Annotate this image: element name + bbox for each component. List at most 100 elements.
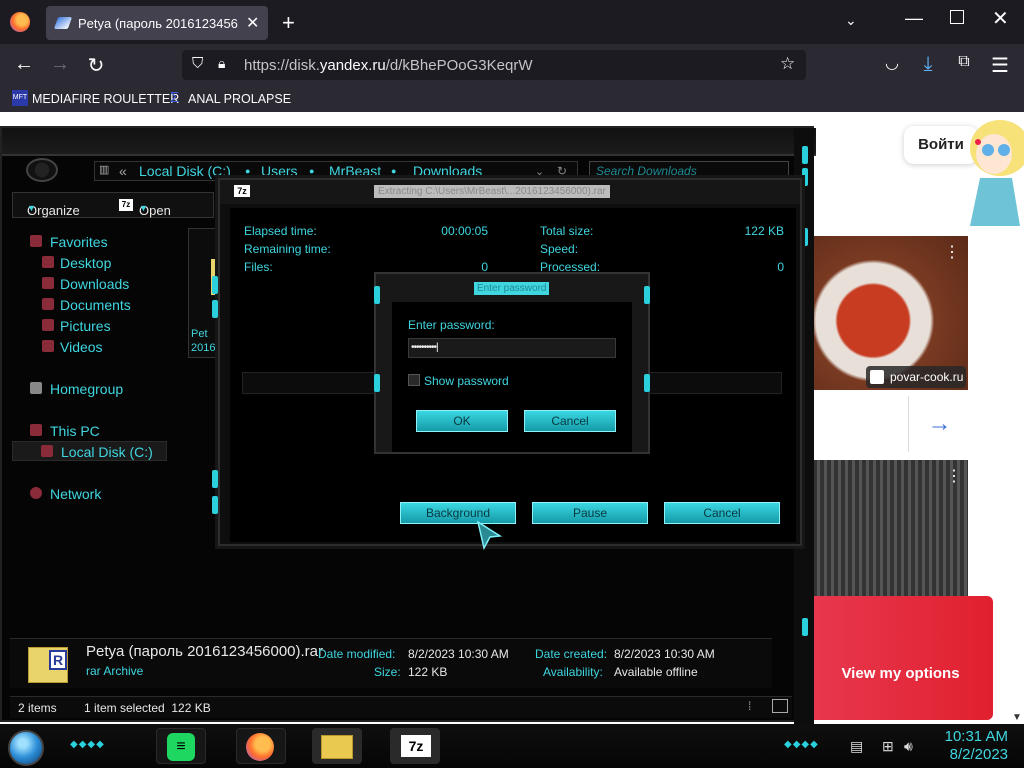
breadcrumb-sep-icon: ● (245, 166, 251, 176)
fence-image[interactable] (810, 460, 968, 600)
yandex-disk-icon (53, 17, 73, 29)
sidebar-item-favorites[interactable]: Favorites (12, 232, 167, 252)
sidebar-item-pictures[interactable]: Pictures (12, 316, 167, 336)
frame-glow (374, 286, 380, 304)
breadcrumb-users[interactable]: Users (261, 163, 298, 179)
sidebar-item-videos[interactable]: Videos (12, 337, 167, 357)
bookmark-mediafire[interactable]: MEDIAFIRE ROULETTER (32, 92, 179, 106)
breadcrumb-local-disk[interactable]: Local Disk (C:) (139, 163, 231, 179)
password-dialog-body: Enter password: ••••••••••| Show passwor… (392, 302, 632, 452)
site-tag-label: povar-cook.ru (890, 370, 964, 384)
start-button[interactable] (8, 730, 44, 766)
videos-icon (42, 340, 54, 352)
chevron-down-icon: ▼ (27, 203, 36, 213)
refresh-icon[interactable]: ↻ (557, 164, 567, 178)
nav-bar: ← → ↻ ⛉ 🔒︎ https://disk.yandex.ru/d/kBhe… (0, 44, 1024, 86)
folder-icon (321, 735, 353, 759)
taskbar-7zip[interactable]: 7z (390, 728, 440, 764)
sidebar-label: Documents (60, 297, 131, 313)
view-options-button[interactable]: View my options (808, 596, 993, 720)
next-arrow-icon[interactable]: → (908, 396, 970, 452)
url-bar[interactable]: ⛉ 🔒︎ https://disk.yandex.ru/d/kBhePOoG3K… (182, 50, 806, 80)
homegroup-icon (30, 382, 42, 394)
new-tab-button[interactable]: + (282, 10, 295, 36)
sidebar-item-network[interactable]: Network (12, 484, 167, 504)
more-options-icon[interactable]: ⋮ (944, 242, 960, 262)
url-text[interactable]: https://disk.yandex.ru/d/kBhePOoG3KeqrW (244, 57, 532, 74)
taskbar-explorer[interactable] (312, 728, 362, 764)
forward-icon[interactable]: → (48, 53, 72, 76)
extract-titlebar[interactable]: 7z Extracting C:\Users\MrBeast\...201612… (220, 180, 800, 204)
menu-icon[interactable]: ☰ (988, 53, 1012, 78)
availability-value: Available offline (614, 665, 698, 679)
clock-date: 8/2/2023 (949, 746, 1008, 763)
cancel-password-button[interactable]: Cancel (524, 410, 616, 432)
sidebar-label: Desktop (60, 255, 112, 271)
breadcrumb-downloads[interactable]: Downloads (413, 163, 482, 179)
downloads-icon[interactable]: ⤓ (916, 53, 940, 76)
details-view-icon[interactable]: ⁞ (748, 699, 751, 713)
volume-icon[interactable]: 🔊︎ (904, 738, 913, 755)
tab-close-icon[interactable]: ✕ (246, 13, 259, 33)
bookmark-star-icon[interactable]: ☆ (780, 54, 795, 74)
7zip-icon: 7z (401, 735, 431, 757)
explorer-titlebar (2, 128, 816, 156)
elapsed-label: Elapsed time: (244, 224, 317, 238)
ok-button[interactable]: OK (416, 410, 508, 432)
extensions-icon[interactable]: ⧉ (952, 53, 976, 71)
more-options-icon-2[interactable]: ⋮ (946, 466, 962, 486)
status-bar: 2 items 1 item selected 122 KB ⁞ (10, 696, 792, 718)
url-domain: yandex.ru (319, 57, 386, 74)
sidebar-item-downloads[interactable]: Downloads (12, 274, 167, 294)
site-tag[interactable]: povar-cook.ru (866, 366, 966, 388)
clock[interactable]: 10:31 AM 8/2/2023 (936, 728, 1008, 764)
reload-icon[interactable]: ↻ (84, 53, 108, 78)
chevron-down-icon[interactable]: ⌄ (535, 165, 544, 178)
tab-title: Petya (пароль 2016123456000).rar (78, 16, 238, 31)
mascot-image (960, 108, 1024, 228)
show-hidden-icons-icon[interactable]: ▤ (850, 738, 863, 755)
sidebar-item-desktop[interactable]: Desktop (12, 253, 167, 273)
lock-icon[interactable]: 🔒︎ (218, 55, 225, 72)
network-tray-icon[interactable]: ⊞ (882, 738, 894, 755)
taskbar-spotify[interactable]: ≡ (156, 728, 206, 764)
sidebar-item-documents[interactable]: Documents (12, 295, 167, 315)
frame-glow (212, 470, 218, 488)
details-pane: R Petya (пароль 2016123456000).rar rar A… (10, 638, 772, 688)
sidebar-item-local-disk[interactable]: Local Disk (C:) (12, 441, 167, 461)
password-input[interactable]: ••••••••••| (408, 338, 616, 358)
sidebar-item-this-pc[interactable]: This PC (12, 421, 167, 441)
breadcrumb-back[interactable]: « (119, 163, 127, 179)
availability-label: Availability: (543, 665, 603, 679)
bookmark-second[interactable]: ANAL PROLAPSE (188, 92, 291, 106)
show-password-checkbox[interactable] (408, 374, 420, 386)
firefox-icon[interactable] (10, 12, 30, 32)
scroll-down-icon[interactable]: ▼ (1012, 712, 1022, 723)
show-password-label[interactable]: Show password (424, 374, 509, 388)
selection-info: 1 item selected 122 KB (84, 701, 211, 715)
tab-list-icon[interactable]: ⌄ (845, 12, 857, 29)
size-label: Size: (374, 665, 401, 679)
site-favicon-icon (870, 370, 884, 384)
file-name: Petya (пароль 2016123456000).rar (86, 643, 324, 660)
tracking-shield-icon[interactable]: ⛉ (192, 55, 203, 72)
breadcrumb-sep-icon: ● (309, 166, 315, 176)
breadcrumb-mrbeast[interactable]: MrBeast (329, 163, 381, 179)
extract-title: Extracting C:\Users\MrBeast\...201612345… (374, 185, 610, 198)
pocket-icon[interactable]: ◡ (880, 53, 904, 73)
pause-button[interactable]: Pause (532, 502, 648, 524)
tab-active[interactable]: Petya (пароль 2016123456000).rar ✕ (46, 6, 268, 40)
minimize-icon[interactable]: — (905, 8, 923, 29)
cancel-extract-button[interactable]: Cancel (664, 502, 780, 524)
large-icons-view-icon[interactable] (772, 699, 788, 713)
window-close-icon[interactable]: ✕ (992, 6, 1009, 31)
maximize-icon[interactable] (950, 10, 964, 24)
taskbar-firefox[interactable] (236, 728, 286, 764)
frame-glow (802, 618, 808, 636)
size-value: 122 KB (408, 665, 448, 679)
back-icon[interactable]: ← (12, 53, 36, 76)
text-cursor: | (436, 342, 438, 353)
taskbar-ornament: ◆◆◆◆ (70, 739, 105, 750)
frame-glow (644, 374, 650, 392)
sidebar-item-homegroup[interactable]: Homegroup (12, 379, 167, 399)
